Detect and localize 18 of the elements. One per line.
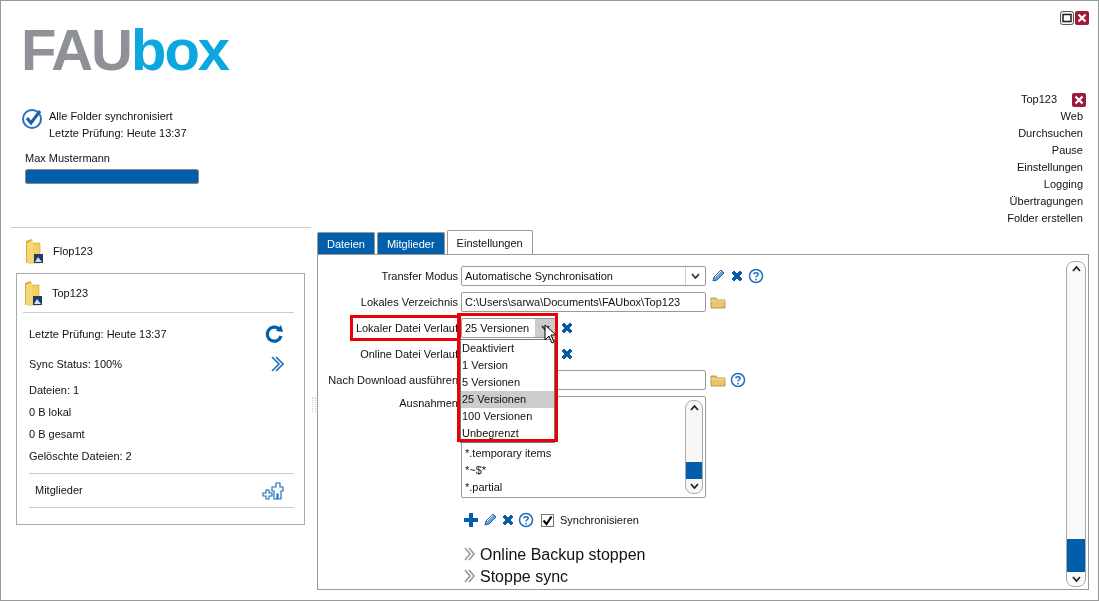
field-label: Online Datei Verlauf <box>359 347 459 362</box>
detail-text: 0 B lokal <box>29 404 72 420</box>
members-label: Mitglieder <box>35 483 83 499</box>
field-label: Transfer Modus <box>380 269 459 284</box>
detail-text: 0 B gesamt <box>29 426 85 442</box>
detail-text: Dateien: 1 <box>29 382 80 398</box>
account-name: Top123 <box>1020 92 1057 107</box>
field-label: Ausnahmen <box>398 396 459 411</box>
user-name: Max Mustermann <box>25 151 111 166</box>
status-text: Alle Folder synchronisiert <box>49 109 174 124</box>
detail-text: Letzte Prüfung: Heute 13:37 <box>29 326 167 342</box>
detail-text: Sync Status: 100% <box>29 356 122 372</box>
field-label: Lokaler Datei Verlauf <box>349 315 461 341</box>
status-text: Letzte Prüfung: Heute 13:37 <box>49 126 187 141</box>
field-label: Nach Download ausführen <box>327 373 459 388</box>
detail-text: Gelöschte Dateien: 2 <box>29 448 132 464</box>
field-label: Lokales Verzeichnis <box>359 295 459 310</box>
logo: FAUbox <box>21 24 229 76</box>
